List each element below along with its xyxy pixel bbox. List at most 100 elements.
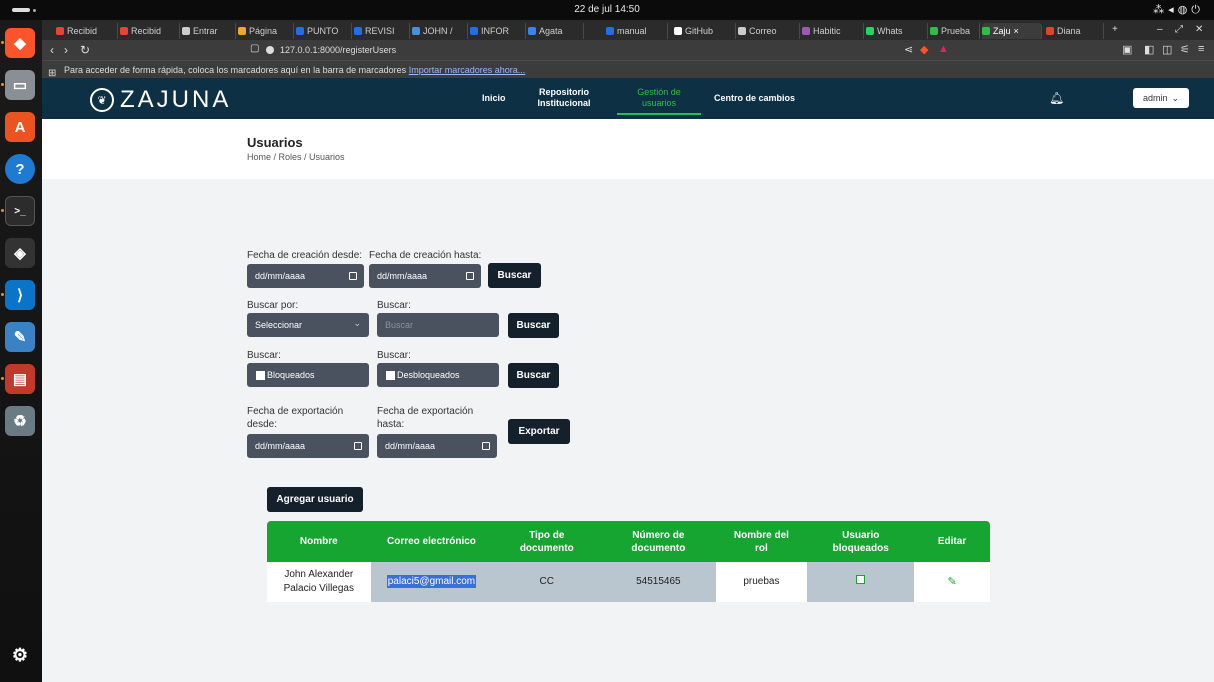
buscar-bloqueados-label: Buscar: xyxy=(247,350,281,361)
desbloqueados-checkbox[interactable] xyxy=(386,370,395,380)
col-usuario-bloqueado[interactable]: Usuario bloqueados xyxy=(807,521,915,562)
desbloqueados-filter[interactable]: Desbloqueados xyxy=(377,363,499,387)
col-nombre[interactable]: Nombre xyxy=(267,521,371,562)
software-center-icon[interactable]: A xyxy=(5,112,35,142)
extensions-icon[interactable]: ◫ xyxy=(1162,43,1172,56)
tab-agata[interactable]: Agata xyxy=(528,23,584,39)
col-tipo-documento[interactable]: Tipo de documento xyxy=(492,521,602,562)
notifications-bell-icon[interactable]: 🔔︎ xyxy=(1049,91,1064,105)
export-hasta-input[interactable]: dd/mm/aaaa xyxy=(377,434,497,458)
tab-revisi[interactable]: REVISI xyxy=(354,23,410,39)
wallet-icon[interactable]: ▣ xyxy=(1122,43,1132,56)
buscar-texto-button[interactable]: Buscar xyxy=(508,313,559,338)
buscar-por-label: Buscar por: xyxy=(247,300,299,311)
exportar-button[interactable]: Exportar xyxy=(508,419,570,444)
tab-github[interactable]: GitHub xyxy=(674,23,736,39)
tab-punto[interactable]: PUNTO xyxy=(296,23,352,39)
tab-prueba[interactable]: Prueba xyxy=(930,23,980,39)
show-apps-icon[interactable]: ⚙ xyxy=(5,640,35,670)
terminal-icon[interactable]: >_ xyxy=(5,196,35,226)
menu-icon[interactable]: ≡ xyxy=(1198,43,1204,55)
tab-zajuna-active[interactable]: Zaju × xyxy=(982,23,1042,39)
site-info-icon[interactable] xyxy=(266,46,274,54)
share-icon[interactable]: ⋖ xyxy=(904,43,913,56)
col-correo[interactable]: Correo electrónico xyxy=(370,521,493,562)
bloqueado-checkbox[interactable] xyxy=(856,575,866,584)
system-tray-icons[interactable]: ⁂◂◍⏻ xyxy=(1153,3,1204,17)
correo-text[interactable]: palaci5@gmail.com xyxy=(386,575,477,588)
tab-entrar[interactable]: Entrar xyxy=(182,23,236,39)
tab-infor[interactable]: INFOR xyxy=(470,23,526,39)
vpn-icon[interactable]: ⚟ xyxy=(1180,43,1190,56)
export-desde-input[interactable]: dd/mm/aaaa xyxy=(247,434,369,458)
breadcrumb[interactable]: Home / Roles / Usuarios xyxy=(247,152,345,162)
vscode-icon[interactable]: ⟩ xyxy=(5,280,35,310)
address-bar[interactable]: 127.0.0.1:8000/registerUsers xyxy=(266,42,976,58)
calendar-icon[interactable] xyxy=(466,272,474,280)
chevron-down-icon: ⌄ xyxy=(1171,92,1180,103)
tab-pagina[interactable]: Página xyxy=(238,23,294,39)
trash-icon[interactable]: ♻ xyxy=(5,406,35,436)
page-title: Usuarios xyxy=(247,135,303,150)
habitica-icon xyxy=(802,27,810,35)
search-input[interactable]: Buscar xyxy=(377,313,499,337)
brave-browser-icon[interactable]: ◆ xyxy=(5,28,35,58)
brave-rewards-icon[interactable]: ▲ xyxy=(938,43,949,55)
reload-icon[interactable]: ↻ xyxy=(80,43,90,57)
archive-manager-icon[interactable]: ▤ xyxy=(5,364,35,394)
help-icon[interactable]: ? xyxy=(5,154,35,184)
os-clock[interactable]: 22 de jul 14:50 xyxy=(0,4,1214,15)
col-numero-documento[interactable]: Número de documento xyxy=(601,521,716,562)
nav-gestion-usuarios[interactable]: Gestión de usuarios xyxy=(617,87,701,115)
bookmark-icon[interactable]: ▢ xyxy=(250,43,259,54)
docs-icon xyxy=(354,27,362,35)
gitkraken-icon[interactable]: ◈ xyxy=(5,238,35,268)
tab-john[interactable]: JOHN / xyxy=(412,23,468,39)
export-hasta-line1: Fecha de exportación xyxy=(377,406,474,417)
tab-gmail-2[interactable]: Recibid xyxy=(120,23,180,39)
cell-tipo: CC xyxy=(492,562,602,602)
bloqueados-checkbox[interactable] xyxy=(256,370,265,380)
buscar-estado-button[interactable]: Buscar xyxy=(508,363,559,388)
edit-icon[interactable]: ✎ xyxy=(947,575,956,589)
zajuna-logo[interactable]: ❦ ZAJUNA xyxy=(90,86,231,114)
sidebar-icon[interactable]: ◧ xyxy=(1144,43,1154,56)
tab-gmail-1[interactable]: Recibid xyxy=(56,23,118,39)
close-tab-icon[interactable]: × xyxy=(1014,26,1019,36)
fecha-hasta-input[interactable]: dd/mm/aaaa xyxy=(369,264,481,288)
minimize-icon[interactable]: – xyxy=(1157,24,1163,35)
buscar-fecha-button[interactable]: Buscar xyxy=(488,263,541,288)
url-text[interactable]: 127.0.0.1:8000/registerUsers xyxy=(280,45,396,55)
calendar-icon[interactable] xyxy=(482,442,490,450)
user-menu[interactable]: admin ⌄ xyxy=(1133,88,1189,108)
close-window-icon[interactable]: ✕ xyxy=(1195,24,1203,35)
nav-centro-cambios[interactable]: Centro de cambios xyxy=(714,93,795,104)
tab-manual[interactable]: manual xyxy=(606,23,668,39)
calendar-icon[interactable] xyxy=(354,442,362,450)
nombre-line1: John Alexander xyxy=(284,569,354,580)
text-editor-icon[interactable]: ✎ xyxy=(5,322,35,352)
add-user-button[interactable]: Agregar usuario xyxy=(267,487,363,512)
import-bookmarks-link[interactable]: Importar marcadores ahora... xyxy=(409,65,526,75)
maximize-icon[interactable]: ⤢ xyxy=(1175,24,1183,35)
date-placeholder: dd/mm/aaaa xyxy=(255,271,306,281)
col-editar[interactable]: Editar xyxy=(914,521,990,562)
forward-icon[interactable]: › xyxy=(64,43,68,57)
tab-whatsapp[interactable]: Whats xyxy=(866,23,928,39)
export-hasta-line2: hasta: xyxy=(377,419,405,430)
fecha-desde-input[interactable]: dd/mm/aaaa xyxy=(247,264,364,288)
buscar-label: Buscar: xyxy=(377,300,411,311)
back-icon[interactable]: ‹ xyxy=(50,43,54,57)
nav-inicio[interactable]: Inicio xyxy=(482,93,506,104)
files-icon[interactable]: ▭ xyxy=(5,70,35,100)
calendar-icon[interactable] xyxy=(349,272,357,280)
tab-diana[interactable]: Diana xyxy=(1046,23,1104,39)
tab-correo[interactable]: Correo xyxy=(738,23,800,39)
brave-shields-icon[interactable]: ◆ xyxy=(920,43,928,56)
tab-habitica[interactable]: Habitic xyxy=(802,23,864,39)
new-tab-icon[interactable]: + xyxy=(1112,24,1118,35)
nav-repositorio[interactable]: Repositorio Institucional xyxy=(532,87,596,109)
bloqueados-filter[interactable]: Bloqueados xyxy=(247,363,369,387)
col-nombre-rol[interactable]: Nombre del rol xyxy=(715,521,808,562)
buscar-por-select[interactable]: Seleccionar ⌄ xyxy=(247,313,369,337)
